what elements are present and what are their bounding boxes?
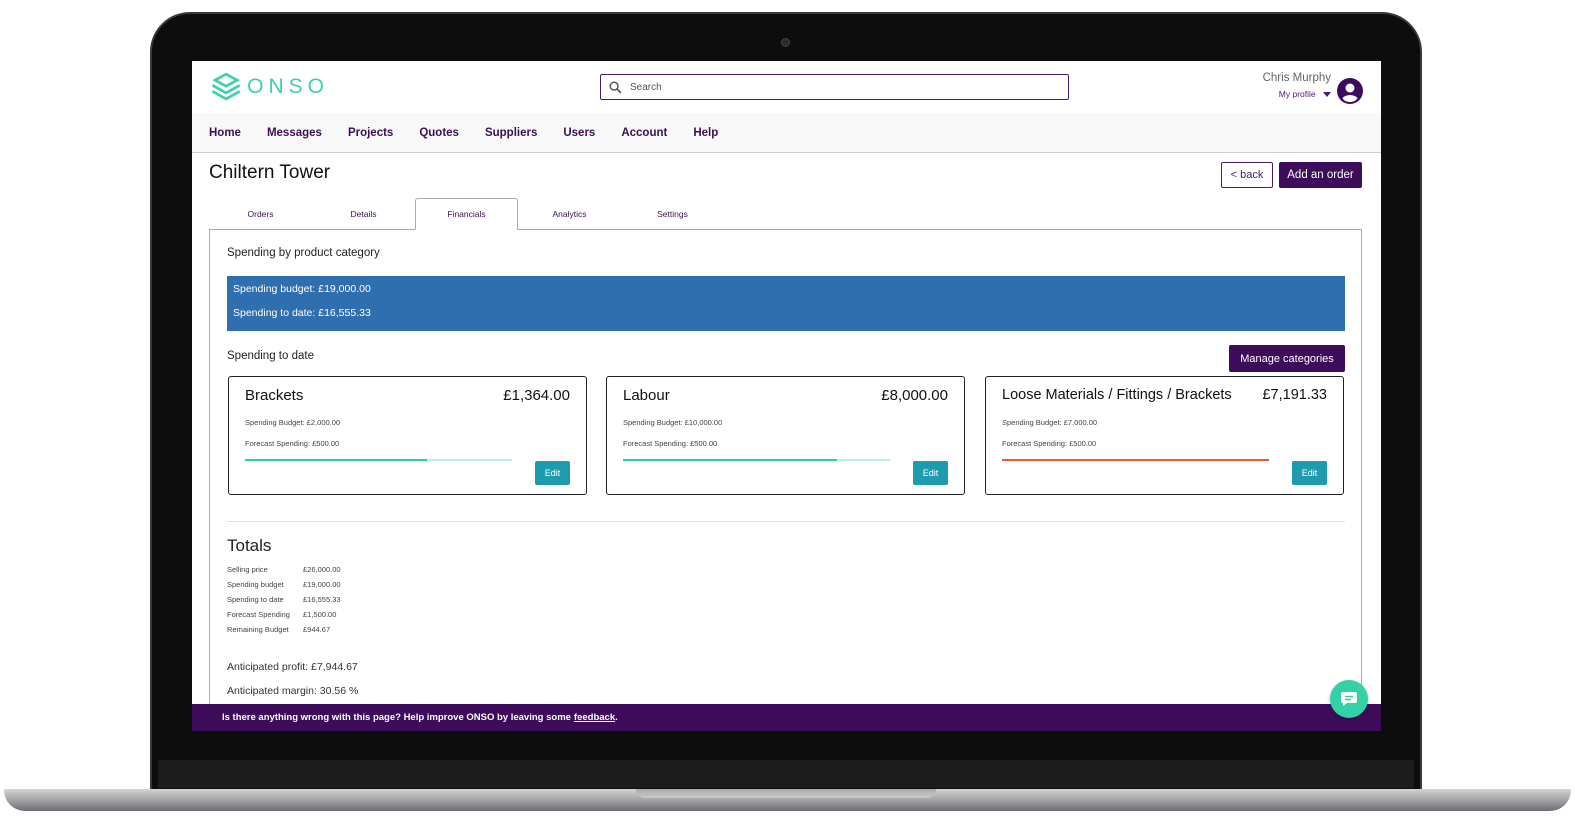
category-forecast: Forecast Spending: £500.00 [1002,439,1097,448]
totals-label: Forecast Spending [227,610,290,619]
edit-button[interactable]: Edit [1292,461,1327,485]
bezel-chin [158,760,1414,788]
nav-item-account[interactable]: Account [621,127,667,139]
progress-fill [623,459,837,461]
back-button[interactable]: < back [1221,162,1273,188]
tab-details[interactable]: Details [312,198,415,230]
nav-item-suppliers[interactable]: Suppliers [485,127,537,139]
anticipated-profit: Anticipated profit: £7,944.67 [227,661,358,673]
spending-budget-text: Spending budget: £19,000.00 [233,283,371,295]
totals-table: Selling price £26,000.00 Spending budget… [227,565,341,640]
category-progress-bar [245,459,512,461]
totals-value: £16,555.33 [303,595,341,604]
section-title: Spending by product category [227,247,380,259]
totals-value: £19,000.00 [303,580,341,589]
my-profile-label: My profile [1278,89,1316,99]
category-amount: £7,191.33 [1262,387,1327,403]
add-order-button[interactable]: Add an order [1279,162,1362,188]
totals-row: Remaining Budget £944.67 [227,625,341,640]
category-name: Brackets [245,387,304,404]
logo-text: ONSO [247,75,329,98]
totals-title: Totals [227,536,272,555]
caret-down-icon [1323,92,1331,98]
totals-label: Selling price [227,565,268,574]
category-card: Brackets £1,364.00 Spending Budget: £2,0… [228,376,587,495]
spending-to-date-title: Spending to date [227,350,314,362]
tab-financials[interactable]: Financials [415,198,518,230]
category-forecast: Forecast Spending: £500.00 [245,439,340,448]
user-menu[interactable]: Chris Murphy My profile [1263,72,1331,99]
category-amount: £1,364.00 [503,387,570,404]
nav-item-quotes[interactable]: Quotes [419,127,459,139]
spending-to-date-text: Spending to date: £16,555.33 [233,307,371,319]
project-tabs: Orders Details Financials Analytics Sett… [209,198,1362,230]
totals-row: Spending budget £19,000.00 [227,580,341,595]
search-icon [609,80,622,93]
feedback-suffix: . [615,712,618,723]
search-box[interactable] [600,74,1069,100]
tab-orders[interactable]: Orders [209,198,312,230]
feedback-bar: Is there anything wrong with this page? … [192,704,1381,731]
totals-label: Remaining Budget [227,625,289,634]
anticipated-margin: Anticipated margin: 30.56 % [227,685,359,697]
progress-fill [1002,459,1269,461]
user-name: Chris Murphy [1262,72,1331,84]
totals-value: £944.67 [303,625,331,634]
category-budget: Spending Budget: £10,000.00 [623,418,723,427]
category-name: Loose Materials / Fittings / Brackets [1002,387,1232,403]
nav-item-users[interactable]: Users [563,127,595,139]
feedback-text: Is there anything wrong with this page? … [222,712,571,723]
laptop-notch [636,789,936,798]
chat-button[interactable] [1330,680,1368,718]
header: ONSO Chris Murphy My profile [192,61,1381,113]
category-amount: £8,000.00 [881,387,948,404]
category-budget: Spending Budget: £7,000.00 [1002,418,1098,427]
totals-row: Spending to date £16,555.33 [227,595,341,610]
progress-fill [245,459,427,461]
totals-label: Spending budget [227,580,284,589]
tab-analytics[interactable]: Analytics [518,198,621,230]
category-progress-bar [623,459,890,461]
onso-logo-icon [211,72,241,101]
totals-row: Selling price £26,000.00 [227,565,341,580]
edit-button[interactable]: Edit [535,461,570,485]
category-card: Labour £8,000.00 Spending Budget: £10,00… [606,376,965,495]
nav-item-messages[interactable]: Messages [267,127,322,139]
camera [781,38,790,47]
user-circle-icon[interactable] [1337,78,1363,104]
totals-label: Spending to date [227,595,284,604]
my-profile-dropdown[interactable]: My profile [1263,89,1331,99]
budget-summary-banner: Spending budget: £19,000.00 Spending to … [227,276,1345,331]
tab-settings[interactable]: Settings [621,198,724,230]
nav-item-help[interactable]: Help [693,127,718,139]
category-budget: Spending Budget: £2,000.00 [245,418,341,427]
feedback-link[interactable]: feedback [574,712,615,723]
category-forecast: Forecast Spending: £500.00 [623,439,718,448]
app-screen: ONSO Chris Murphy My profile [192,61,1381,731]
section-divider [227,521,1345,522]
edit-button[interactable]: Edit [913,461,948,485]
logo[interactable]: ONSO [209,69,329,105]
laptop-frame: ONSO Chris Murphy My profile [0,0,1575,831]
totals-value: £26,000.00 [303,565,341,574]
category-card: Loose Materials / Fittings / Brackets £7… [985,376,1344,495]
financials-panel: Spending by product category Spending bu… [209,229,1362,731]
search-input[interactable] [630,81,1050,93]
nav-item-home[interactable]: Home [209,127,241,139]
nav-item-projects[interactable]: Projects [348,127,393,139]
category-name: Labour [623,387,670,404]
category-progress-bar [1002,459,1269,461]
chat-icon [1341,692,1357,706]
manage-categories-button[interactable]: Manage categories [1229,345,1345,372]
totals-value: £1,500.00 [303,610,337,619]
main-nav: Home Messages Projects Quotes Suppliers … [192,113,1381,153]
totals-row: Forecast Spending £1,500.00 [227,610,341,625]
page-title: Chiltern Tower [209,162,331,183]
